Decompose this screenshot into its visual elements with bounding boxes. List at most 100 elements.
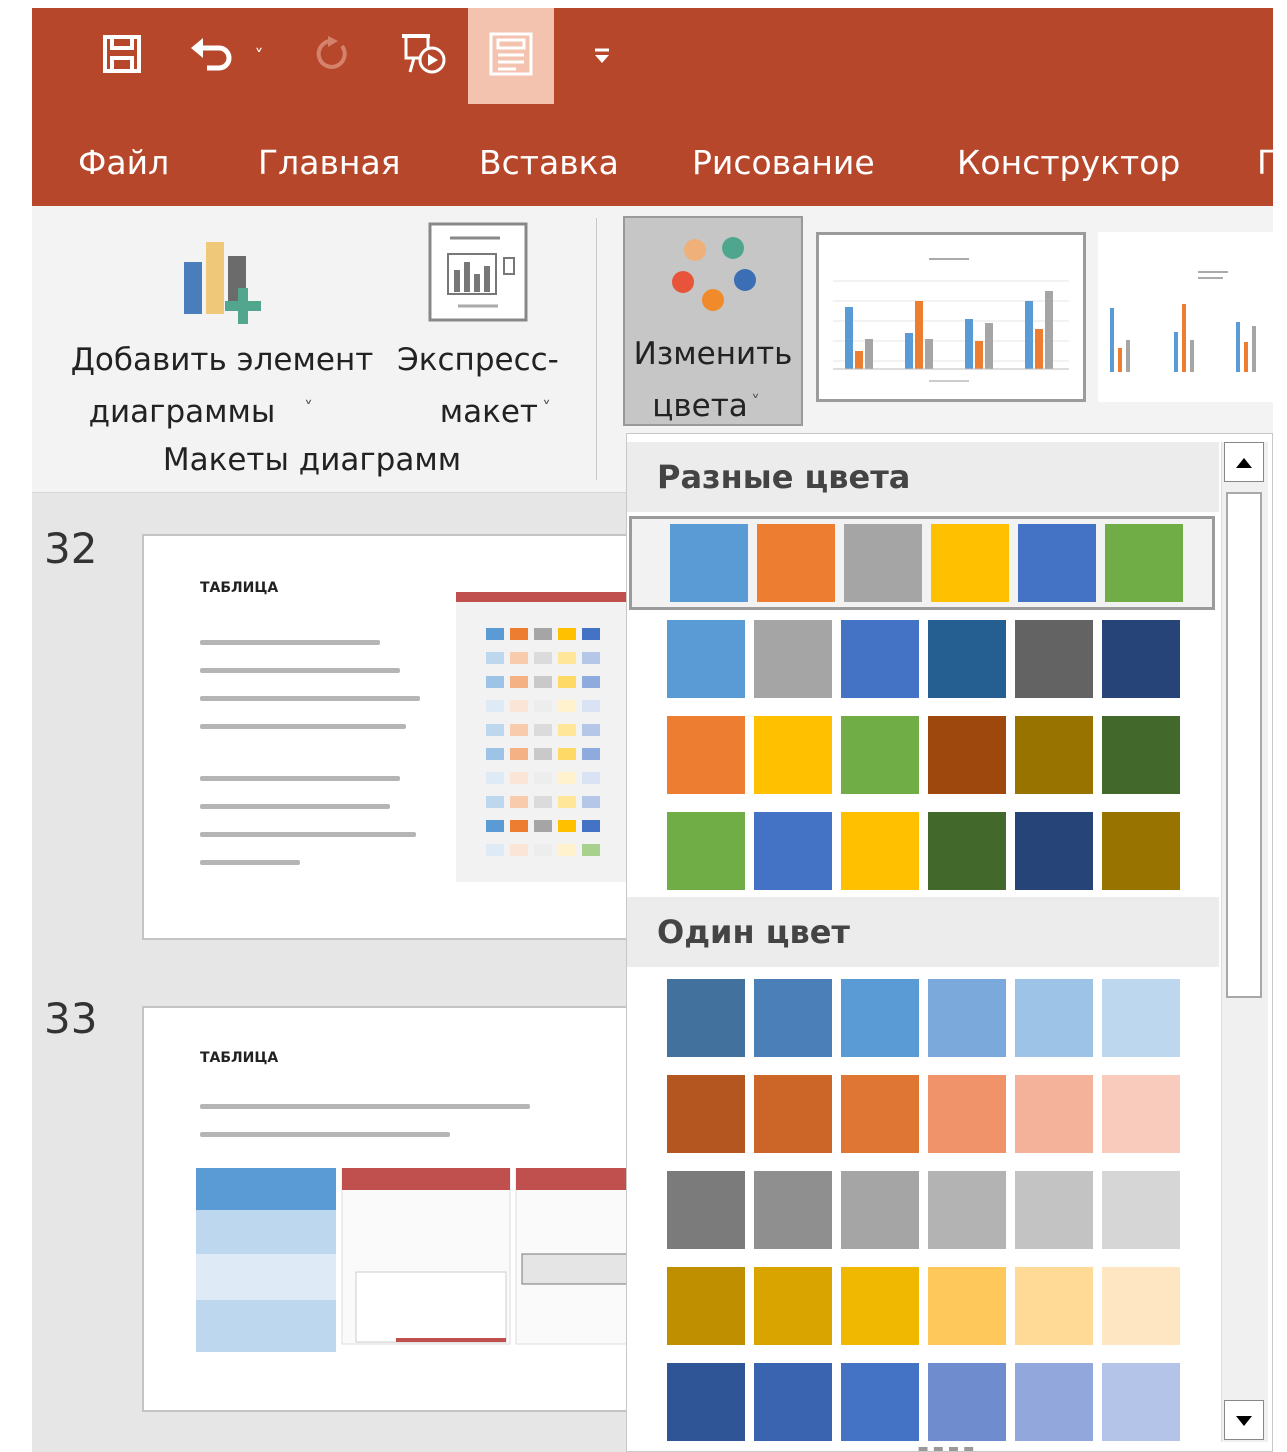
chart-style-1[interactable] [816,232,1086,402]
monochromatic-palette-row[interactable] [667,1267,1180,1345]
color-swatch [928,1171,1006,1249]
color-swatch [841,1075,919,1153]
monochromatic-palette-row[interactable] [667,1171,1180,1249]
change-colors-dropdown: Разные цвета Один цвет ▪▪▪▪ [626,433,1273,1452]
presentation-icon [400,32,448,80]
monochromatic-palette-row[interactable] [667,1363,1180,1441]
color-swatch [754,620,832,698]
blurred-text [200,804,390,809]
customize-qat-button[interactable] [582,8,622,104]
undo-button[interactable] [182,8,242,104]
scrollbar[interactable] [1221,442,1268,1442]
blurred-text [200,640,380,645]
tab-file[interactable]: Файл [78,120,169,206]
color-swatch [754,812,832,890]
redo-icon [312,34,352,78]
color-swatch [841,1171,919,1249]
monochromatic-palette-row[interactable] [667,1075,1180,1153]
color-swatch [754,1267,832,1345]
colorful-palette-row[interactable] [667,812,1180,890]
color-swatch [670,524,748,602]
colorful-palette-row[interactable] [667,716,1180,794]
color-swatch [1102,1171,1180,1249]
slides-pane: 32 ТАБЛИЦА 33 ТАБЛИЦА [32,494,642,1452]
monochromatic-palette-row[interactable] [667,979,1180,1057]
chart-style-2[interactable] [1098,232,1273,402]
group-separator [596,218,597,480]
quick-layout-icon [428,222,528,326]
color-swatch [1102,620,1180,698]
colorful-palette-row[interactable] [629,516,1215,610]
change-colors-button[interactable]: Изменить цвета ˅ [623,216,803,426]
scroll-down-button[interactable] [1224,1400,1264,1440]
color-swatch [928,716,1006,794]
undo-dropdown[interactable]: ˅ [244,8,274,104]
tab-home[interactable]: Главная [258,120,401,206]
color-swatch [1015,1075,1093,1153]
color-swatch [841,1363,919,1441]
color-swatch [754,1075,832,1153]
blurred-text [200,668,400,673]
color-swatch [1102,716,1180,794]
chevron-down-icon: ˅ [751,392,760,413]
alignment-screenshots [196,1168,640,1352]
slide-number: 33 [44,994,98,1043]
redo-button[interactable] [302,8,362,104]
slide-sorter-button[interactable] [468,8,554,104]
color-swatch [844,524,922,602]
blurred-text [200,1132,450,1137]
color-swatch [1015,716,1093,794]
chart-style-preview [819,235,1083,399]
title-bar: ˅ [32,8,1273,120]
slide-sorter-icon [488,31,534,81]
undo-icon [189,34,235,78]
scroll-up-button[interactable] [1224,442,1264,482]
tab-partial[interactable]: П [1257,120,1273,206]
color-swatch [928,979,1006,1057]
quick-layout-label-1: Экспресс- [397,342,559,378]
resize-gripper[interactable]: ▪▪▪▪ [917,1440,978,1451]
slide-title: ТАБЛИЦА [200,1050,279,1066]
change-colors-label-1: Изменить [633,336,793,372]
color-swatch [1015,620,1093,698]
color-swatch [841,716,919,794]
color-swatch [667,812,745,890]
color-swatch [841,1267,919,1345]
tab-draw[interactable]: Рисование [692,120,875,206]
scroll-thumb[interactable] [1226,492,1262,998]
color-swatch [1015,979,1093,1057]
color-swatch [928,620,1006,698]
color-swatch [754,979,832,1057]
powerpoint-window: ˅ Файл Главная Вставка Рисование Констру… [32,8,1273,1452]
save-button[interactable] [92,8,152,104]
color-swatch [841,979,919,1057]
present-from-start-button[interactable] [394,8,454,104]
save-icon [102,34,142,78]
color-swatch [1102,979,1180,1057]
colorful-palette-row[interactable] [667,620,1180,698]
section-title: Разные цвета [657,458,911,496]
slide-thumbnail-32[interactable]: ТАБЛИЦА [142,534,642,940]
tab-insert[interactable]: Вставка [479,120,619,206]
color-swatch [667,716,745,794]
color-swatch [1102,812,1180,890]
add-chart-element-label-2: диаграммы [88,394,276,430]
slide-thumbnail-33[interactable]: ТАБЛИЦА [142,1006,642,1412]
blurred-text [200,776,400,781]
color-swatch [931,524,1009,602]
color-swatch [667,620,745,698]
arrow-up-icon [1236,453,1252,472]
quick-layout-button[interactable]: Экспресс- макет ˅ [388,216,568,436]
slide-title: ТАБЛИЦА [200,580,279,596]
tab-design[interactable]: Конструктор [957,120,1180,206]
add-chart-element-button[interactable]: Добавить элемент диаграммы ˅ [52,216,382,436]
color-palette-icon [665,232,765,326]
add-chart-element-icon [182,232,272,328]
color-swatch [1105,524,1183,602]
color-swatch [1102,1267,1180,1345]
group-label-chart-layouts: Макеты диаграмм [162,442,462,478]
color-swatch [928,1267,1006,1345]
color-swatch [754,1363,832,1441]
color-swatch [1018,524,1096,602]
color-swatch [928,812,1006,890]
